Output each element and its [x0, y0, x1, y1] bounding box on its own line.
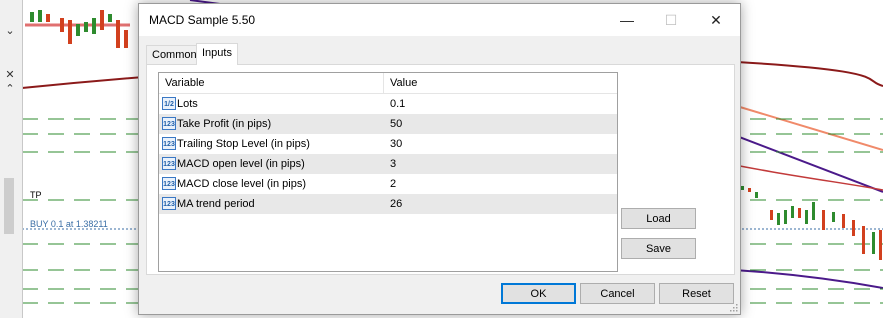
variable-value[interactable]: 50 — [390, 114, 610, 134]
table-row[interactable]: 123 Trailing Stop Level (in pips) 30 — [159, 134, 617, 154]
variable-name: MA trend period — [177, 198, 255, 210]
chart-window-strip: ⌄ ✕ ⌃ — [0, 0, 23, 318]
integer-type-icon: 123 — [162, 197, 176, 210]
integer-type-icon: 123 — [162, 137, 176, 150]
minimize-button[interactable]: — — [605, 4, 649, 36]
close-button[interactable]: ✕ — [694, 4, 738, 36]
column-header-value[interactable]: Value — [384, 73, 609, 93]
inputs-grid: Variable Value 1/2 Lots 0.1 123 Take Pro… — [158, 72, 618, 272]
variable-name: Lots — [177, 98, 198, 110]
double-type-icon: 1/2 — [162, 97, 176, 110]
candles-top-left — [30, 10, 128, 48]
tp-label: TP — [30, 190, 42, 200]
close-icon[interactable]: ✕ — [2, 68, 18, 82]
chevron-up-icon[interactable]: ⌃ — [2, 82, 18, 96]
variable-value[interactable]: 2 — [390, 174, 610, 194]
maximize-button: ☐ — [664, 12, 678, 28]
expert-properties-dialog: MACD Sample 5.50 — ☐ ✕ Common Inputs Var… — [138, 3, 741, 315]
integer-type-icon: 123 — [162, 157, 176, 170]
ok-button[interactable]: OK — [501, 283, 576, 304]
variable-name: Take Profit (in pips) — [177, 118, 272, 130]
table-row[interactable]: 1/2 Lots 0.1 — [159, 94, 617, 114]
inputs-panel: Variable Value 1/2 Lots 0.1 123 Take Pro… — [146, 64, 735, 275]
chevron-down-icon[interactable]: ⌄ — [2, 24, 18, 38]
dialog-title: MACD Sample 5.50 — [149, 13, 256, 27]
resize-grip-icon[interactable] — [728, 302, 738, 312]
save-button[interactable]: Save — [621, 238, 696, 259]
table-row[interactable]: 123 Take Profit (in pips) 50 — [159, 114, 617, 134]
cancel-button[interactable]: Cancel — [580, 283, 655, 304]
table-row[interactable]: 123 MACD open level (in pips) 3 — [159, 154, 617, 174]
strip-scrollbar[interactable] — [4, 178, 14, 234]
integer-type-icon: 123 — [162, 177, 176, 190]
variable-value[interactable]: 0.1 — [390, 94, 610, 114]
dialog-titlebar[interactable]: MACD Sample 5.50 — ☐ ✕ — [139, 4, 740, 36]
table-row[interactable]: 123 MA trend period 26 — [159, 194, 617, 214]
candles-right — [741, 186, 882, 260]
table-row[interactable]: 123 MACD close level (in pips) 2 — [159, 174, 617, 194]
variable-name: MACD close level (in pips) — [177, 178, 306, 190]
grid-header: Variable Value — [159, 73, 617, 94]
tab-inputs[interactable]: Inputs — [196, 43, 238, 65]
variable-name: Trailing Stop Level (in pips) — [177, 138, 310, 150]
variable-name: MACD open level (in pips) — [177, 158, 305, 170]
reset-button[interactable]: Reset — [659, 283, 734, 304]
tab-common[interactable]: Common — [146, 45, 203, 64]
column-header-variable[interactable]: Variable — [159, 73, 384, 93]
order-label: BUY 0.1 at 1.38211 — [30, 219, 108, 229]
variable-value[interactable]: 30 — [390, 134, 610, 154]
variable-value[interactable]: 3 — [390, 154, 610, 174]
variable-value[interactable]: 26 — [390, 194, 610, 214]
integer-type-icon: 123 — [162, 117, 176, 130]
load-button[interactable]: Load — [621, 208, 696, 229]
